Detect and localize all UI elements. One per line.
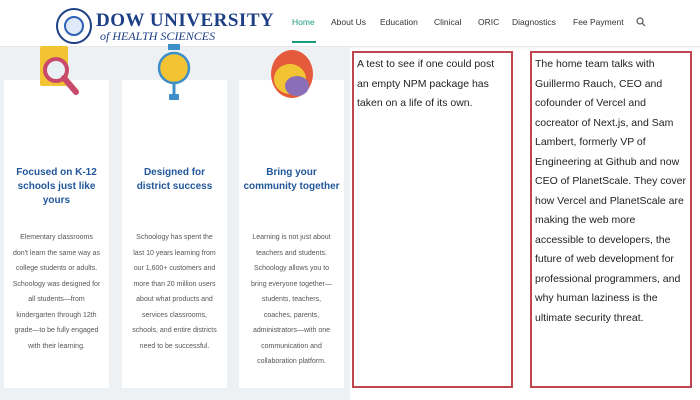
box-text: A test to see if one could post an empty… <box>357 58 495 109</box>
lightbulb-icon <box>157 44 191 100</box>
content-box-1: A test to see if one could post an empty… <box>352 51 513 388</box>
nav-home[interactable]: Home <box>292 17 315 27</box>
magnifier-icon <box>40 46 79 95</box>
card-title: Focused on K-12 schools just like yours <box>16 167 97 206</box>
card-description: Learning is not just about teachers and … <box>251 234 332 365</box>
feature-card-k12: Focused on K-12 schools just like yours … <box>4 46 109 388</box>
nav-clinical[interactable]: Clinical <box>434 17 461 27</box>
nav-about-us[interactable]: About Us <box>331 17 366 27</box>
active-nav-indicator <box>292 41 316 43</box>
card-title: Bring your community together <box>243 167 340 192</box>
card-description: Elementary classrooms don't learn the sa… <box>12 234 101 350</box>
content-box-2: The home team talks with Guillermo Rauch… <box>530 51 692 388</box>
feature-card-community: Bring your community together Learning i… <box>239 50 344 388</box>
card-title: Designed for district success <box>136 167 213 192</box>
search-icon[interactable] <box>636 17 646 27</box>
box-text: The home team talks with Guillermo Rauch… <box>535 58 686 324</box>
nav-fee-payment[interactable]: Fee Payment <box>573 17 624 27</box>
university-seal-logo[interactable] <box>56 8 92 44</box>
nav-diagnostics[interactable]: Diagnostics <box>512 17 556 27</box>
site-header: DOW UNIVERSITY of HEALTH SCIENCES Home A… <box>0 0 700 47</box>
nav-education[interactable]: Education <box>380 17 418 27</box>
logo-subtitle[interactable]: of HEALTH SCIENCES <box>100 29 215 44</box>
megaphone-icon <box>271 50 313 98</box>
feature-card-district: Designed for district success Schoology … <box>122 44 227 388</box>
card-description: Schoology has spent the last 10 years le… <box>132 234 217 350</box>
nav-oric[interactable]: ORIC <box>478 17 499 27</box>
